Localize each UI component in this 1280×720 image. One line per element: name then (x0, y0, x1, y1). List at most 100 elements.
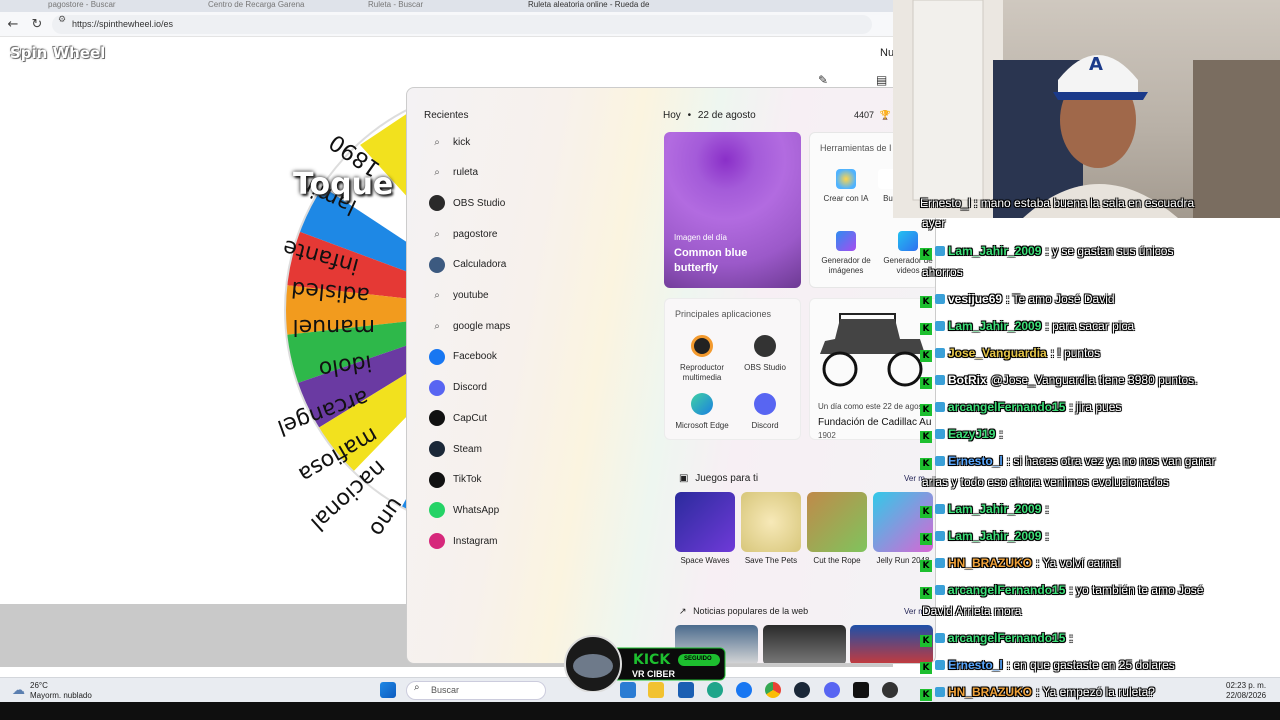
subscriber-badge-icon (935, 246, 945, 256)
browser-tab-active[interactable]: Ruleta aleatoria online - Rueda de (514, 0, 664, 12)
game-space-waves[interactable] (675, 492, 735, 552)
wheel-tap-hint[interactable]: Toque (293, 167, 393, 202)
url-text: https://spinthewheel.io/es (72, 19, 174, 29)
edit-icon[interactable]: ✎ (818, 73, 832, 87)
recent-item-label: kick (453, 136, 471, 148)
webcam-overlay: A (893, 0, 1280, 218)
chat-message: K Lam_Jahir_2009: y se gastan sus únicos (920, 243, 1173, 260)
menu-item-partial[interactable]: Nu (880, 47, 894, 59)
obs-taskbar-icon[interactable] (882, 682, 898, 698)
kick-badge-icon: K (920, 506, 932, 518)
recent-item[interactable]: Steam (429, 438, 482, 460)
chat-username: Ernesto_l (948, 454, 1003, 468)
obs-icon (754, 335, 776, 357)
recent-item[interactable]: CapCut (429, 407, 487, 429)
search-icon: ⌕ (434, 320, 440, 332)
screen: pagostore - Buscar Centro de Recarga Gar… (0, 0, 1280, 720)
kick-follow-status[interactable]: SEGUIDO (684, 656, 712, 662)
chat-message: KarcangelFernando15: jira pues (920, 399, 1121, 416)
screen-bottom-bezel (0, 702, 1280, 720)
back-icon[interactable]: ← (4, 16, 22, 34)
tool-image-generator[interactable]: Generador de imágenes (816, 231, 876, 276)
browser-tab-strip: pagostore - Buscar Centro de Recarga Gar… (0, 0, 893, 12)
history-year: 1902 (818, 431, 836, 440)
tool-create-ai[interactable]: Crear con IA (816, 169, 876, 204)
kick-badge-icon: K (920, 350, 932, 362)
clipboard-icon[interactable]: ▤ (876, 73, 890, 87)
chat-message: K HN_BRAZUKO: Ya empezó la ruleta? (920, 684, 1155, 701)
subscriber-badge-icon (935, 375, 945, 385)
site-logo[interactable]: Spin Wheel (10, 44, 105, 62)
reload-icon[interactable]: ↻ (28, 16, 46, 34)
address-bar-row: ← ↻ ⚙ https://spinthewheel.io/es (0, 12, 893, 37)
chat-username: arcangelFernando15 (948, 583, 1066, 597)
chat-message: K Lam_Jahir_2009: (920, 528, 1049, 545)
news-thumbnail[interactable] (763, 625, 846, 663)
discord-taskbar-icon[interactable] (824, 682, 840, 698)
app-discord[interactable]: Discord (735, 393, 795, 431)
url-field[interactable]: ⚙ https://spinthewheel.io/es (52, 15, 872, 34)
weather-widget[interactable]: ☁ 26°C Mayorm. nublado (12, 681, 92, 701)
windows-start-icon[interactable] (380, 682, 396, 698)
taskbar-search[interactable]: ⌕ Buscar (406, 681, 546, 700)
trending-icon: ↗ (679, 607, 687, 617)
recent-item[interactable]: Calculadora (429, 254, 506, 276)
recent-item[interactable]: ⌕ kick (429, 131, 470, 153)
recent-item[interactable]: ⌕ ruleta (429, 162, 478, 184)
recent-item[interactable]: Facebook (429, 346, 497, 368)
recent-item-label: Facebook (453, 351, 497, 363)
system-clock[interactable]: 02:23 p. m. 22/08/2026 (1226, 681, 1266, 701)
chat-overlay (893, 218, 1280, 670)
recent-item-label: Steam (453, 443, 482, 455)
recent-item[interactable]: ⌕ google maps (429, 315, 510, 337)
subscriber-badge-icon (935, 504, 945, 514)
app-obs[interactable]: OBS Studio (735, 335, 795, 373)
chat-message: K Jose_Vanguardia: ! puntos (920, 345, 1100, 362)
streamer-webcam: A (893, 0, 1280, 218)
chrome-icon[interactable] (765, 682, 781, 698)
create-ai-icon (836, 169, 856, 189)
chat-text: : Te amo José David (1006, 292, 1115, 306)
recent-item[interactable]: Discord (429, 377, 487, 399)
recent-item[interactable]: Instagram (429, 530, 497, 552)
app-edge[interactable]: Microsoft Edge (672, 393, 732, 431)
image-of-day-card[interactable]: Imagen del día Common blue butterfly (664, 132, 801, 288)
recent-item[interactable]: ⌕ youtube (429, 285, 488, 307)
chat-message-wrap: ayer (922, 216, 946, 230)
edge-icon (691, 393, 713, 415)
chat-username: Lam_Jahir_2009 (948, 319, 1042, 333)
discord-icon (429, 379, 445, 396)
weather-condition: Mayorm. nublado (30, 691, 92, 700)
chat-message: Kvesijue69: Te amo José David (920, 291, 1115, 308)
facebook-taskbar-icon[interactable] (736, 682, 752, 698)
chat-text: @Jose_Vanguardia tiene 3980 puntos. (990, 373, 1198, 387)
site-info-icon[interactable]: ⚙ (58, 15, 66, 25)
clock-time: 02:23 p. m. (1226, 681, 1267, 690)
subscriber-badge-icon (935, 558, 945, 568)
recent-item[interactable]: ⌕ pagostore (429, 223, 497, 245)
recent-item[interactable]: OBS Studio (429, 192, 505, 214)
chat-username: Lam_Jahir_2009 (948, 502, 1042, 516)
instagram-icon (429, 533, 445, 550)
browser-tab[interactable]: pagostore - Buscar (34, 0, 184, 12)
browser-tab[interactable]: Centro de Recarga Garena (194, 0, 344, 12)
spin-wheel[interactable]: 1890 lamin infante adisled manuel idolo … (270, 80, 410, 540)
games-title: ▣ Juegos para ti (679, 473, 759, 484)
chat-text: : (1045, 502, 1049, 516)
recent-item[interactable]: TikTok (429, 469, 482, 491)
subscriber-badge-icon (935, 633, 945, 643)
recent-item-label: ruleta (453, 167, 479, 179)
game-save-the-pets[interactable] (741, 492, 801, 552)
recent-item-label: TikTok (453, 474, 482, 486)
cloud-icon: ☁ (12, 683, 25, 698)
game-cut-the-rope[interactable] (807, 492, 867, 552)
recent-item[interactable]: WhatsApp (429, 499, 499, 521)
steam-taskbar-icon[interactable] (794, 682, 810, 698)
app-media-player[interactable]: Reproductor multimedia (672, 335, 732, 383)
tiktok-taskbar-icon[interactable] (853, 682, 869, 698)
browser-tab[interactable]: Ruleta - Buscar (354, 0, 504, 12)
kick-badge-icon: K (920, 431, 932, 443)
rewards-points[interactable]: 4407 🏆 (854, 110, 891, 121)
chat-username: HN_BRAZUKO (948, 556, 1032, 570)
chat-text: : (1069, 631, 1073, 645)
